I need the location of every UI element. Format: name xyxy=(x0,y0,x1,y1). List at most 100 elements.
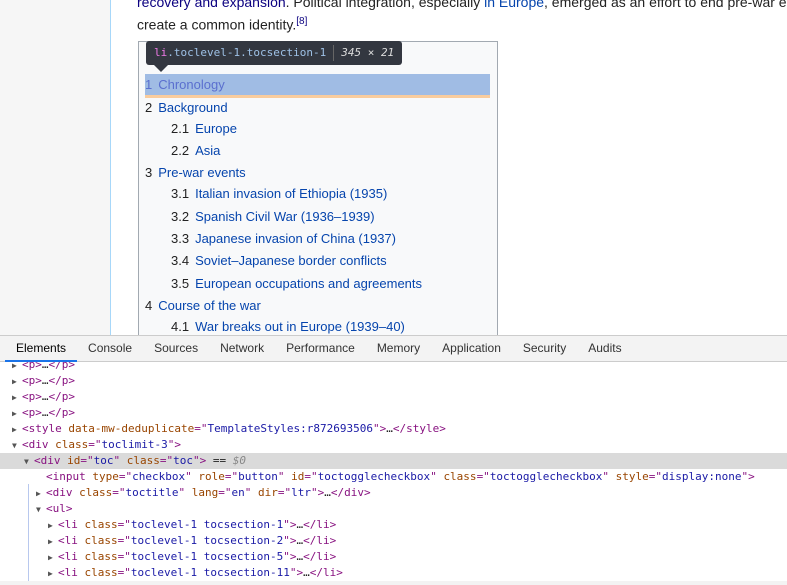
dom-token: <li xyxy=(58,550,85,563)
dom-token: <ul> xyxy=(46,502,73,515)
dom-node-row[interactable]: <input type="checkbox" role="button" id=… xyxy=(0,469,787,485)
dom-token: toc xyxy=(173,454,193,467)
toc-label[interactable]: Soviet–Japanese border conflicts xyxy=(195,253,387,268)
toc-label[interactable]: Course of the war xyxy=(158,298,261,313)
dom-token: <p> xyxy=(22,390,42,403)
dom-node-row[interactable]: ▶ <p>…</p> xyxy=(0,373,787,389)
toc-item[interactable]: 3.2 Spanish Civil War (1936–1939) xyxy=(171,206,375,227)
toc-number: 3.2 xyxy=(171,209,190,224)
toc-item[interactable]: 3.1 Italian invasion of Ethiopia (1935) xyxy=(171,183,387,204)
collapse-triangle-icon[interactable]: ▼ xyxy=(12,438,22,454)
dom-token: " xyxy=(244,486,258,499)
toc-number: 3.3 xyxy=(171,231,190,246)
dom-token: <input xyxy=(46,470,93,483)
dom-node-row[interactable]: ▶ <div class="toctitle" lang="en" dir="lt… xyxy=(0,485,787,501)
toc-label[interactable]: War breaks out in Europe (1939–40) xyxy=(195,319,405,334)
dom-token: =" xyxy=(648,470,663,483)
expand-triangle-icon[interactable]: ▶ xyxy=(12,374,22,390)
toc-item[interactable]: 3.4 Soviet–Japanese border conflicts xyxy=(171,250,387,271)
toc-item[interactable]: 1 Chronology xyxy=(145,74,490,98)
toc-label[interactable]: Chronology xyxy=(158,77,225,92)
dom-token: =" xyxy=(118,470,133,483)
article-text: . Political integration, especially xyxy=(285,0,485,10)
toc-number: 2.2 xyxy=(171,143,190,158)
dom-token: =" xyxy=(117,534,131,547)
article-link[interactable]: in Europe xyxy=(484,0,544,10)
expand-triangle-icon[interactable]: ▶ xyxy=(12,406,22,422)
reference-link[interactable]: [8] xyxy=(296,16,307,27)
dom-token: "> xyxy=(193,454,207,467)
toc-label[interactable]: European occupations and agreements xyxy=(195,276,422,291)
dom-node-row[interactable]: ▶ <li class="toclevel-1 tocsection-5">…</… xyxy=(0,549,787,565)
toc-label[interactable]: Europe xyxy=(195,121,237,136)
collapse-triangle-icon[interactable]: ▼ xyxy=(36,502,46,518)
tab-performance[interactable]: Performance xyxy=(275,336,366,361)
toc-item[interactable]: 3.3 Japanese invasion of China (1937) xyxy=(171,228,396,249)
dom-node-row[interactable]: ▶ <li class="toclevel-1 tocsection-1">…</… xyxy=(0,517,787,533)
collapse-triangle-icon[interactable]: ▼ xyxy=(24,454,34,470)
toc-label[interactable]: Italian invasion of Ethiopia (1935) xyxy=(195,186,387,201)
dom-node-row[interactable]: ▶ <p>…</p> xyxy=(0,405,787,421)
dom-token: </p> xyxy=(48,406,76,419)
tab-network[interactable]: Network xyxy=(209,336,275,361)
dom-node-row[interactable]: ▼ <ul> xyxy=(0,501,787,517)
dom-node-row[interactable]: ▶ <style data-mw-deduplicate="TemplateSty… xyxy=(0,421,787,437)
inspect-tooltip: li.toclevel-1.tocsection-1 345 × 21 xyxy=(146,41,403,72)
toc-label[interactable]: Spanish Civil War (1936–1939) xyxy=(195,209,374,224)
dom-token: toc xyxy=(93,454,114,467)
horizontal-scrollbar[interactable] xyxy=(0,581,787,585)
dom-node-row[interactable]: ▶ <p>…</p> xyxy=(0,362,787,373)
toc-item[interactable]: 2.2 Asia xyxy=(171,140,220,161)
toc-item[interactable]: 2 Background xyxy=(145,97,228,118)
dom-token: … xyxy=(41,406,49,419)
devtools-panel: Elements Console Sources Network Performance… xyxy=(0,335,787,585)
tab-security[interactable]: Security xyxy=(512,336,577,361)
tab-elements[interactable]: Elements xyxy=(5,336,78,362)
dom-token: =" xyxy=(277,486,292,499)
article-link[interactable]: recovery and expansion xyxy=(137,0,286,10)
dom-node-row[interactable]: ▶ <li class="toclevel-1 tocsection-11">…<… xyxy=(0,565,787,581)
toc-item[interactable]: 4 Course of the war xyxy=(145,295,261,316)
dom-token: checkbox xyxy=(132,470,186,483)
article-paragraph: recovery and expansion. Political integr… xyxy=(137,0,787,35)
dom-token: </div> xyxy=(330,486,371,499)
expand-triangle-icon[interactable]: ▶ xyxy=(48,534,58,550)
dom-token: =" xyxy=(112,486,126,499)
dom-token: toctogglecheckbox xyxy=(317,470,431,483)
toc-number: 2.1 xyxy=(171,121,190,136)
tab-application[interactable]: Application xyxy=(431,336,512,361)
expand-triangle-icon[interactable]: ▶ xyxy=(36,486,46,502)
toc-item[interactable]: 3.5 European occupations and agreements xyxy=(171,273,422,294)
tab-console[interactable]: Console xyxy=(77,336,143,361)
toc-item[interactable]: 2.1 Europe xyxy=(171,118,237,139)
expand-triangle-icon[interactable]: ▶ xyxy=(12,390,22,406)
toc-label[interactable]: Asia xyxy=(195,143,220,158)
dom-node-row[interactable]: ▶ <p>…</p> xyxy=(0,389,787,405)
tab-memory[interactable]: Memory xyxy=(366,336,431,361)
expand-triangle-icon[interactable]: ▶ xyxy=(48,566,58,582)
toc-label[interactable]: Pre-war events xyxy=(158,165,245,180)
dom-token: <p> xyxy=(22,374,42,387)
dom-node-row[interactable]: ▶ <li class="toclevel-1 tocsection-2">…</… xyxy=(0,533,787,549)
dom-token: class xyxy=(79,486,113,499)
tab-audits[interactable]: Audits xyxy=(577,336,632,361)
dom-token: <p> xyxy=(22,406,42,419)
expand-triangle-icon[interactable]: ▶ xyxy=(12,422,22,438)
dom-node-row[interactable]: ▼ <div id="toc" class="toc"> == $0 xyxy=(0,453,787,469)
tab-sources[interactable]: Sources xyxy=(143,336,209,361)
dom-token: =" xyxy=(476,470,490,483)
dom-token: " xyxy=(602,470,616,483)
dom-token: $0 xyxy=(232,454,246,467)
dom-token: </li> xyxy=(303,534,337,547)
dom-node-row[interactable]: ▼ <div class="toclimit-3"> xyxy=(0,437,787,453)
dom-token: data-mw-deduplicate xyxy=(68,422,195,435)
dom-token: toctitle xyxy=(125,486,179,499)
dom-token: " xyxy=(430,470,444,483)
toc-item[interactable]: 4.1 War breaks out in Europe (1939–40) xyxy=(171,316,405,335)
expand-triangle-icon[interactable]: ▶ xyxy=(48,550,58,566)
dom-token: … xyxy=(41,362,49,371)
toc-label[interactable]: Japanese invasion of China (1937) xyxy=(195,231,396,246)
expand-triangle-icon[interactable]: ▶ xyxy=(48,518,58,534)
toc-label[interactable]: Background xyxy=(158,100,227,115)
toc-item[interactable]: 3 Pre-war events xyxy=(145,162,246,183)
